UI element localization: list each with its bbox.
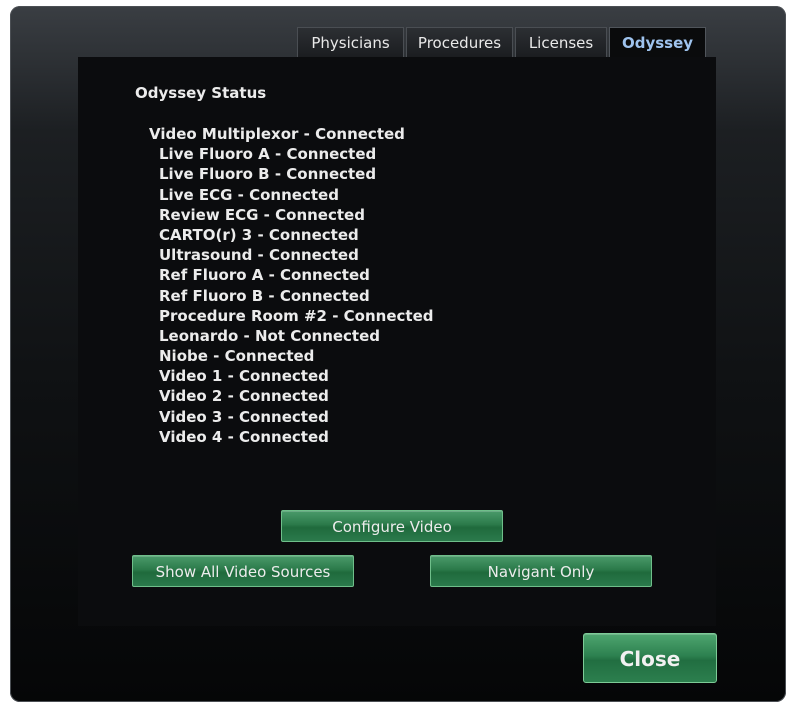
tab-odyssey[interactable]: Odyssey xyxy=(609,27,706,57)
odyssey-status-panel: Odyssey Status Video Multiplexor - Conne… xyxy=(78,57,716,626)
status-item-video-2: Video 2 - Connected xyxy=(159,387,329,406)
show-all-video-sources-button[interactable]: Show All Video Sources xyxy=(132,555,354,587)
status-item-leonardo: Leonardo - Not Connected xyxy=(159,326,381,345)
status-item-niobe: Niobe - Connected xyxy=(159,347,315,366)
panel-title: Odyssey Status xyxy=(135,84,267,102)
status-item-procedure-room-2: Procedure Room #2 - Connected xyxy=(159,306,434,325)
status-item-video-3: Video 3 - Connected xyxy=(159,407,329,426)
status-item-ref-fluoro-b: Ref Fluoro B - Connected xyxy=(159,286,370,305)
configure-video-button[interactable]: Configure Video xyxy=(281,510,503,542)
status-item-review-ecg: Review ECG - Connected xyxy=(159,205,365,224)
status-item-carto-3: CARTO(r) 3 - Connected xyxy=(159,225,359,244)
status-list: Video Multiplexor - Connected Live Fluor… xyxy=(149,124,433,447)
status-item-live-ecg: Live ECG - Connected xyxy=(159,185,339,204)
status-item-ref-fluoro-a: Ref Fluoro A - Connected xyxy=(159,266,370,285)
status-item-video-1: Video 1 - Connected xyxy=(159,367,329,386)
close-button[interactable]: Close xyxy=(583,633,717,683)
status-item-live-fluoro-b: Live Fluoro B - Connected xyxy=(159,165,377,184)
navigant-only-button[interactable]: Navigant Only xyxy=(430,555,652,587)
tab-procedures[interactable]: Procedures xyxy=(406,27,513,57)
status-item-video-multiplexor: Video Multiplexor - Connected xyxy=(149,125,405,143)
status-item-video-4: Video 4 - Connected xyxy=(159,427,329,446)
status-item-live-fluoro-a: Live Fluoro A - Connected xyxy=(159,145,377,164)
tab-physicians[interactable]: Physicians xyxy=(297,27,404,57)
tab-licenses[interactable]: Licenses xyxy=(515,27,607,57)
status-item-ultrasound: Ultrasound - Connected xyxy=(159,246,359,265)
